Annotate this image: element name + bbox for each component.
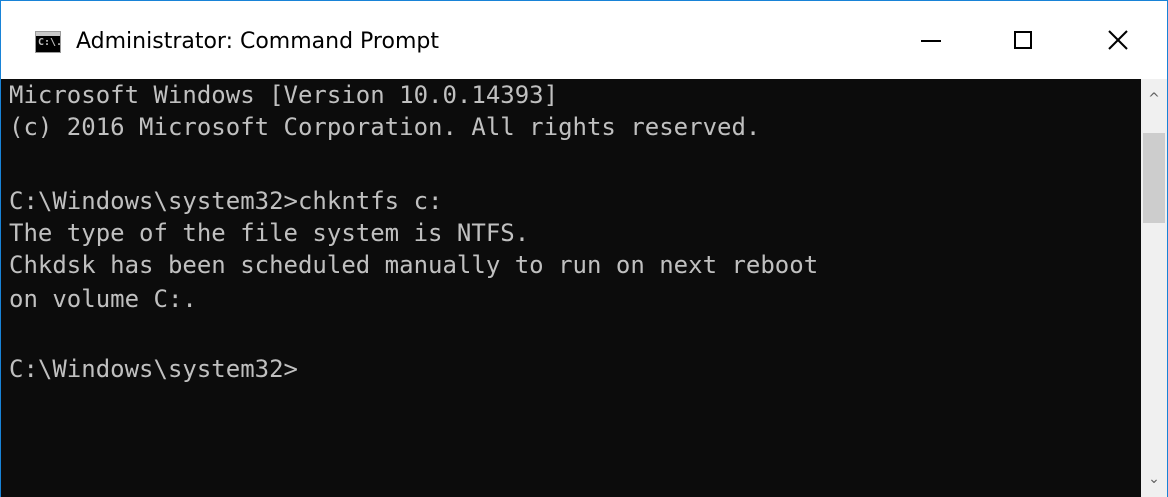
console-prompt-line: C:\Windows\system32> bbox=[9, 355, 298, 383]
maximize-icon bbox=[1014, 31, 1032, 49]
console-line: Microsoft Windows [Version 10.0.14393] bbox=[9, 81, 559, 109]
console-output[interactable]: Microsoft Windows [Version 10.0.14393] (… bbox=[1, 79, 1141, 497]
console-line: C:\Windows\system32>chkntfs c: bbox=[9, 187, 443, 215]
cmd-icon-bar bbox=[36, 32, 60, 36]
scroll-thumb[interactable] bbox=[1143, 133, 1165, 223]
title-bar[interactable]: C:\. Administrator: Command Prompt bbox=[1, 1, 1167, 79]
command-prompt-window: C:\. Administrator: Command Prompt Micro… bbox=[0, 0, 1168, 497]
minimize-icon bbox=[921, 40, 941, 42]
minimize-button[interactable] bbox=[885, 1, 977, 79]
cmd-icon-glyph: C:\. bbox=[38, 37, 63, 48]
maximize-button[interactable] bbox=[977, 1, 1069, 79]
close-icon bbox=[1108, 30, 1128, 50]
cmd-icon[interactable]: C:\. bbox=[35, 31, 63, 53]
scroll-up-icon[interactable]: ^ bbox=[1141, 91, 1167, 107]
console-line: (c) 2016 Microsoft Corporation. All righ… bbox=[9, 113, 761, 141]
scroll-down-icon[interactable]: ⌄ bbox=[1141, 471, 1167, 487]
console-line: Chkdsk has been scheduled manually to ru… bbox=[9, 251, 819, 279]
close-button[interactable] bbox=[1069, 1, 1167, 79]
vertical-scrollbar[interactable]: ^ ⌄ bbox=[1141, 79, 1167, 497]
window-title: Administrator: Command Prompt bbox=[76, 29, 439, 54]
console-line: The type of the file system is NTFS. bbox=[9, 219, 530, 247]
console-line: on volume C:. bbox=[9, 285, 197, 313]
